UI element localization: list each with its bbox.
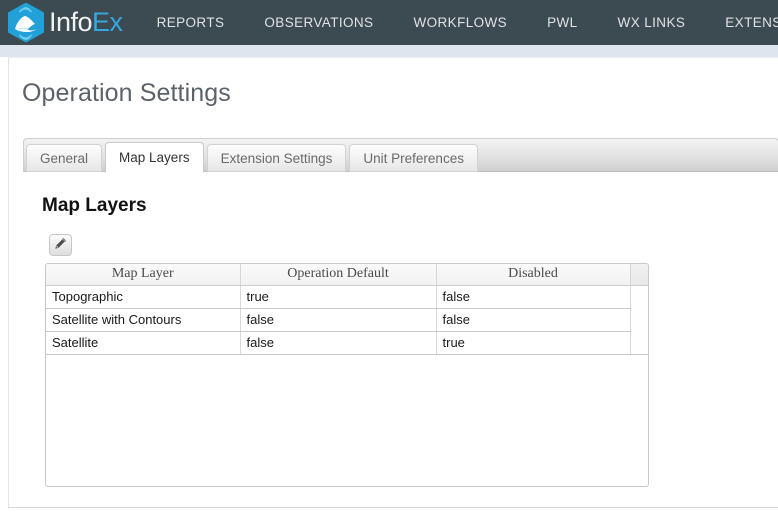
section-title: Map Layers xyxy=(42,195,147,216)
brand-wordmark: InfoEx xyxy=(49,9,123,36)
cell-disabled: true xyxy=(436,331,631,355)
cell-operation-default: true xyxy=(240,285,437,309)
table-body: Topographic true false Satellite with Co… xyxy=(46,285,648,355)
brand-logo[interactable]: InfoEx xyxy=(6,1,123,45)
brand-wordmark-info: Info xyxy=(49,7,93,37)
tab-extension-settings[interactable]: Extension Settings xyxy=(206,144,347,172)
tab-general[interactable]: General xyxy=(26,144,103,172)
brand-wordmark-ex: Ex xyxy=(92,7,123,37)
main-content-area: Operation Settings General Map Layers Ex… xyxy=(8,57,778,509)
top-navigation-bar: InfoEx REPORTS OBSERVATIONS WORKFLOWS PW… xyxy=(0,0,778,45)
infoex-hexagon-mountain-logo-icon xyxy=(6,2,46,44)
nav-item-pwl[interactable]: PWL xyxy=(527,0,597,45)
tab-panel-map-layers: Map Layers Map Layer Operation Default D… xyxy=(23,172,778,509)
column-header-operation-default[interactable]: Operation Default xyxy=(240,264,437,286)
cell-operation-default: false xyxy=(240,331,437,355)
nav-items: REPORTS OBSERVATIONS WORKFLOWS PWL WX LI… xyxy=(137,0,778,45)
cell-map-layer: Topographic xyxy=(46,285,241,309)
tabs-widget: General Map Layers Extension Settings Un… xyxy=(23,138,778,173)
page-top-band xyxy=(0,45,778,57)
nav-item-observations[interactable]: OBSERVATIONS xyxy=(244,0,393,45)
cell-spacer xyxy=(630,331,648,355)
table-row[interactable]: Satellite false true xyxy=(46,331,648,355)
column-header-spacer xyxy=(630,264,648,286)
nav-item-wx-links[interactable]: WX LINKS xyxy=(598,0,706,45)
map-layers-table: Map Layer Operation Default Disabled Top… xyxy=(46,264,648,355)
cell-disabled: false xyxy=(436,308,631,332)
cell-spacer xyxy=(630,308,648,331)
tab-map-layers[interactable]: Map Layers xyxy=(105,142,204,173)
table-header: Map Layer Operation Default Disabled xyxy=(46,264,648,286)
grid-toolbar xyxy=(49,234,72,256)
column-header-disabled[interactable]: Disabled xyxy=(436,264,631,286)
cell-map-layer: Satellite with Contours xyxy=(46,308,241,332)
map-layers-grid-panel: Map Layer Operation Default Disabled Top… xyxy=(45,263,649,487)
table-header-row: Map Layer Operation Default Disabled xyxy=(46,264,648,286)
tab-unit-preferences[interactable]: Unit Preferences xyxy=(349,144,478,172)
nav-item-reports[interactable]: REPORTS xyxy=(137,0,245,45)
page-title: Operation Settings xyxy=(22,79,231,107)
page-bottom-rule xyxy=(8,507,778,508)
cell-disabled: false xyxy=(436,285,631,309)
cell-spacer xyxy=(630,285,648,308)
cell-operation-default: false xyxy=(240,308,437,332)
nav-item-extensions[interactable]: EXTENSIONS xyxy=(705,0,778,45)
cell-map-layer: Satellite xyxy=(46,331,241,355)
table-row[interactable]: Satellite with Contours false false xyxy=(46,308,648,332)
tab-list: General Map Layers Extension Settings Un… xyxy=(26,141,481,173)
table-row[interactable]: Topographic true false xyxy=(46,285,648,309)
edit-button[interactable] xyxy=(49,234,72,256)
pencil-icon xyxy=(54,237,67,253)
nav-item-workflows[interactable]: WORKFLOWS xyxy=(393,0,527,45)
column-header-map-layer[interactable]: Map Layer xyxy=(46,264,241,286)
